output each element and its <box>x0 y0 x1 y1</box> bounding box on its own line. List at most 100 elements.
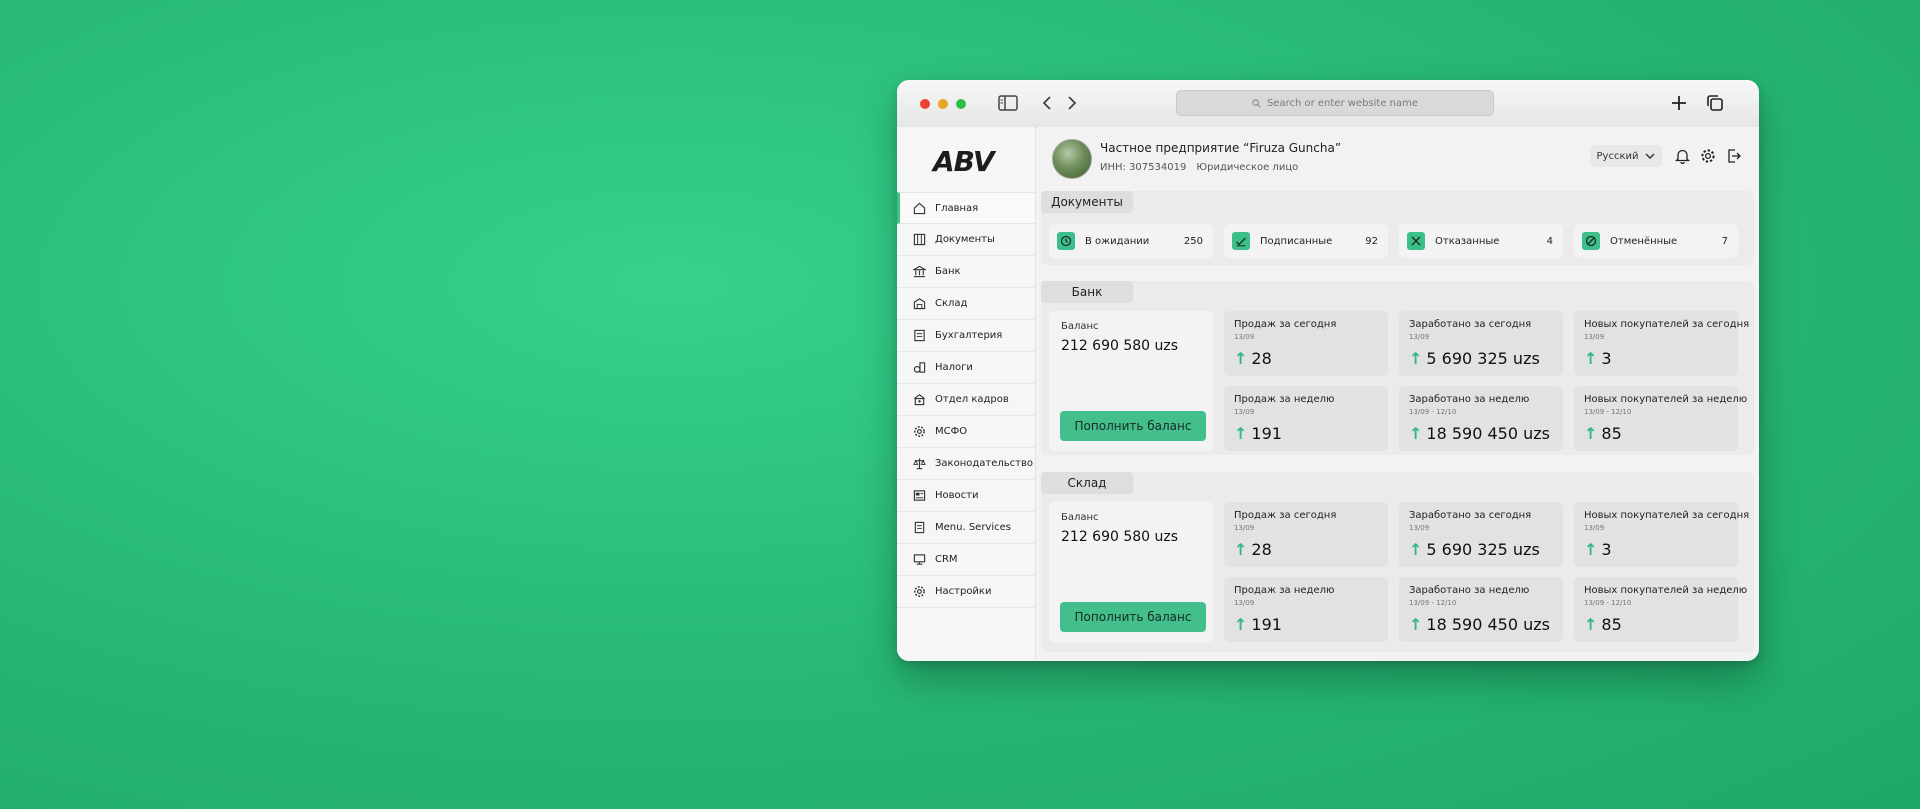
bank-balance-card: Баланс 212 690 580 uzs Пополнить баланс <box>1049 311 1213 451</box>
sidebar-item-crm[interactable]: CRM <box>897 544 1035 576</box>
stat-date: 13/09 <box>1409 524 1430 532</box>
sidebar-item-label: Налоги <box>935 362 973 373</box>
warehouse-panel: Склад Баланс 212 690 580 uzs Пополнить б… <box>1041 472 1754 652</box>
sidebar-item-hr[interactable]: Отдел кадров <box>897 384 1035 416</box>
doc-card-rejected[interactable]: Отказанные 4 <box>1399 224 1563 258</box>
sidebar-item-label: Отдел кадров <box>935 394 1009 405</box>
stat-card: Новых покупателей за сегодня 13/09 ↑ 3 <box>1574 502 1750 567</box>
arrow-up-icon: ↑ <box>1409 424 1423 443</box>
stat-date: 13/09 <box>1234 333 1255 341</box>
x-icon <box>1407 232 1425 250</box>
new-tab-icon[interactable] <box>1667 91 1691 115</box>
address-bar-placeholder: Search or enter website name <box>1266 97 1419 109</box>
doc-card-count: 250 <box>1183 235 1203 247</box>
sidebar-item-label: Главная <box>935 202 979 214</box>
bell-icon[interactable] <box>1673 147 1691 165</box>
balance-value: 212 690 580 uzs <box>1061 338 1179 354</box>
sidebar-item-home[interactable]: Главная <box>897 192 1035 224</box>
sidebar-item-label: Банк <box>935 266 961 277</box>
documents-icon <box>912 233 926 247</box>
stat-value: 3 <box>1601 540 1612 559</box>
sidebar-item-documents[interactable]: Документы <box>897 224 1035 256</box>
documents-section-title: Документы <box>1041 191 1133 213</box>
stat-date: 13/09 - 12/10 <box>1584 599 1632 607</box>
sidebar-item-news[interactable]: Новости <box>897 480 1035 512</box>
balance-value: 212 690 580 uzs <box>1061 529 1179 545</box>
stat-title: Продаж за неделю <box>1234 585 1335 596</box>
stat-date: 13/09 <box>1409 333 1430 341</box>
doc-card-cancelled[interactable]: Отменённые 7 <box>1574 224 1738 258</box>
hr-icon <box>912 393 926 407</box>
sidebar-item-label: Законодательство <box>935 458 1033 469</box>
abv-logo[interactable]: ABV <box>933 145 995 178</box>
back-arrow-icon[interactable] <box>1035 91 1059 115</box>
stat-card: Заработано за неделю 13/09 - 12/10 ↑ 18 5… <box>1399 577 1563 642</box>
sidebar-toggle-icon[interactable] <box>996 91 1020 115</box>
doc-card-signed[interactable]: Подписанные 92 <box>1224 224 1388 258</box>
stat-card: Заработано за сегодня 13/09 ↑ 5 690 325 u… <box>1399 311 1563 376</box>
stat-title: Продаж за сегодня <box>1234 319 1337 330</box>
sidebar-item-label: Документы <box>935 234 995 245</box>
language-value: Русский <box>1596 150 1639 162</box>
warehouse-section-title: Склад <box>1041 472 1133 494</box>
clock-icon <box>1057 232 1075 250</box>
browser-window: Search or enter website name ABV Главная… <box>897 80 1759 661</box>
scales-icon <box>912 457 926 471</box>
browser-titlebar: Search or enter website name <box>897 80 1759 128</box>
accounting-icon <box>912 329 926 343</box>
stat-title: Заработано за неделю <box>1409 394 1530 405</box>
news-icon <box>912 489 926 503</box>
language-select[interactable]: Русский <box>1590 145 1662 167</box>
arrow-up-icon: ↑ <box>1234 424 1248 443</box>
gear-icon <box>912 425 926 439</box>
sidebar-item-bank[interactable]: Банк <box>897 256 1035 288</box>
stat-card: Заработано за сегодня 13/09 ↑ 5 690 325 u… <box>1399 502 1563 567</box>
bank-panel: Банк Баланс 212 690 580 uzs Пополнить ба… <box>1041 281 1754 455</box>
tabs-overview-icon[interactable] <box>1703 91 1727 115</box>
stat-title: Заработано за сегодня <box>1409 319 1532 330</box>
stat-title: Новых покупателей за сегодня <box>1584 319 1750 330</box>
topup-balance-button[interactable]: Пополнить баланс <box>1060 602 1206 632</box>
doc-card-count: 4 <box>1546 235 1553 247</box>
sidebar-item-label: Menu. Services <box>935 522 1011 533</box>
sidebar-item-label: МСФО <box>935 426 968 437</box>
balance-label: Баланс <box>1061 512 1099 523</box>
address-bar[interactable]: Search or enter website name <box>1176 90 1494 116</box>
sidebar-item-settings[interactable]: Настройки <box>897 576 1035 608</box>
avatar[interactable] <box>1052 139 1092 179</box>
chevron-down-icon <box>1645 153 1655 159</box>
logout-icon[interactable] <box>1725 147 1743 165</box>
arrow-up-icon: ↑ <box>1234 540 1248 559</box>
sidebar-item-ifrs[interactable]: МСФО <box>897 416 1035 448</box>
bank-section-title: Банк <box>1041 281 1133 303</box>
inn-number: ИНН: 307534019 <box>1100 162 1187 173</box>
company-header: Частное предприятие “Firuza Guncha” ИНН:… <box>1037 127 1759 185</box>
stat-card: Продаж за неделю 13/09 ↑ 191 <box>1224 386 1388 451</box>
sidebar-item-legislation[interactable]: Законодательство <box>897 448 1035 480</box>
stat-value: 3 <box>1601 349 1612 368</box>
cancel-icon <box>1582 232 1600 250</box>
forward-arrow-icon[interactable] <box>1060 91 1084 115</box>
doc-card-pending[interactable]: В ожидании 250 <box>1049 224 1213 258</box>
warehouse-icon <box>912 297 926 311</box>
arrow-up-icon: ↑ <box>1409 540 1423 559</box>
sidebar-item-services[interactable]: Menu. Services <box>897 512 1035 544</box>
arrow-up-icon: ↑ <box>1584 540 1598 559</box>
stat-card: Новых покупателей за неделю 13/09 - 12/1… <box>1574 386 1747 451</box>
sidebar-item-accounting[interactable]: Бухгалтерия <box>897 320 1035 352</box>
arrow-up-icon: ↑ <box>1584 424 1598 443</box>
topup-balance-button[interactable]: Пополнить баланс <box>1060 411 1206 441</box>
stat-value: 191 <box>1251 615 1282 634</box>
sidebar-item-warehouse[interactable]: Склад <box>897 288 1035 320</box>
main-content: Частное предприятие “Firuza Guncha” ИНН:… <box>1037 127 1759 661</box>
stat-card: Заработано за неделю 13/09 - 12/10 ↑ 18 5… <box>1399 386 1563 451</box>
stat-date: 13/09 - 12/10 <box>1409 408 1457 416</box>
maximize-window-button[interactable] <box>956 99 966 109</box>
sidebar-item-taxes[interactable]: Налоги <box>897 352 1035 384</box>
gear-icon[interactable] <box>1699 147 1717 165</box>
close-window-button[interactable] <box>920 99 930 109</box>
doc-card-label: Подписанные <box>1260 235 1333 247</box>
minimize-window-button[interactable] <box>938 99 948 109</box>
arrow-up-icon: ↑ <box>1409 349 1423 368</box>
stat-title: Новых покупателей за сегодня <box>1584 510 1750 521</box>
